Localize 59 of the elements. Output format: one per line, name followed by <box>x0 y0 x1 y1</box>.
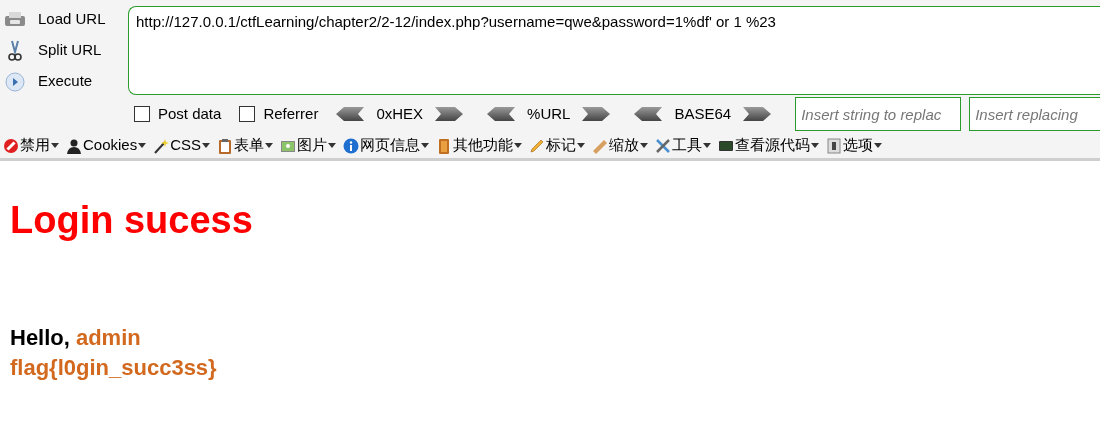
checkbox[interactable] <box>134 106 150 122</box>
caret-icon <box>874 143 883 148</box>
play-icon <box>5 71 25 92</box>
right-arrow-icon[interactable] <box>743 107 772 121</box>
scissors-icon <box>8 39 22 62</box>
caret-icon <box>514 143 523 148</box>
option-label: Post data <box>158 103 222 124</box>
encoder-label: 0xHEX <box>375 103 425 124</box>
right-arrow-icon[interactable] <box>435 107 464 121</box>
caret-icon <box>703 143 712 148</box>
caret-icon <box>202 143 211 148</box>
wand-icon <box>153 137 170 154</box>
replace-field[interactable]: Insert replacing <box>969 97 1100 131</box>
pencil-icon <box>529 137 546 154</box>
ruler-icon <box>592 137 609 154</box>
caret-icon <box>577 143 586 148</box>
info-icon <box>343 137 360 154</box>
toolbar-button[interactable]: Execute <box>4 69 128 94</box>
checkbox[interactable] <box>239 106 256 122</box>
menu-item[interactable]: 缩放 <box>589 134 653 157</box>
right-arrow-icon[interactable] <box>582 107 611 121</box>
left-arrow-icon[interactable] <box>634 107 663 121</box>
left-arrow-icon[interactable] <box>336 107 365 121</box>
toolbar-button[interactable]: Split URL <box>4 38 128 63</box>
option-label: Referrer <box>263 103 319 124</box>
caret-icon <box>138 143 147 148</box>
flag-text: flag{l0gin_succ3ss} <box>10 354 218 382</box>
menu-item[interactable]: 禁用 <box>0 134 63 157</box>
encoder-label: %URL <box>526 103 572 124</box>
menu-item[interactable]: 网页信息 <box>340 134 434 157</box>
clipboard-icon <box>217 137 234 154</box>
replace-field[interactable]: Insert string to replac <box>795 97 962 131</box>
menu-item[interactable]: 查看源代码 <box>715 134 824 157</box>
no-entry-icon <box>3 137 19 154</box>
person-icon <box>66 137 82 154</box>
menu-item[interactable]: 工具 <box>652 134 716 157</box>
page-heading: Login sucess <box>10 198 254 243</box>
left-arrow-icon[interactable] <box>487 107 516 121</box>
caret-icon <box>51 143 59 148</box>
switch-icon <box>826 137 843 154</box>
greeting-text: Hello, <box>10 324 70 352</box>
tools-icon <box>655 137 672 154</box>
username-text: admin <box>75 324 141 352</box>
caret-icon <box>265 143 274 148</box>
menu-item[interactable]: 其他功能 <box>433 134 527 157</box>
menu-item[interactable]: 选项 <box>823 134 887 157</box>
caret-icon <box>328 143 337 148</box>
menu-item[interactable]: CSS <box>150 134 215 157</box>
toolbar-button[interactable]: Load URL <box>4 7 128 32</box>
encoder-label: BASE64 <box>673 103 733 124</box>
menu-item[interactable]: 标记 <box>526 134 590 157</box>
caret-icon <box>421 143 430 148</box>
caret-icon <box>811 143 820 148</box>
menu-item[interactable]: 图片 <box>277 134 341 157</box>
url-field[interactable]: http://127.0.0.1/ctfLearning/chapter2/2-12/index.php?username=qwe&password=1%df' or 1 %23 <box>128 6 1100 95</box>
caret-icon <box>640 143 649 148</box>
menu-item[interactable]: 表单 <box>214 134 278 157</box>
menu-item[interactable]: Cookies <box>63 134 151 157</box>
printer-icon <box>4 10 26 29</box>
